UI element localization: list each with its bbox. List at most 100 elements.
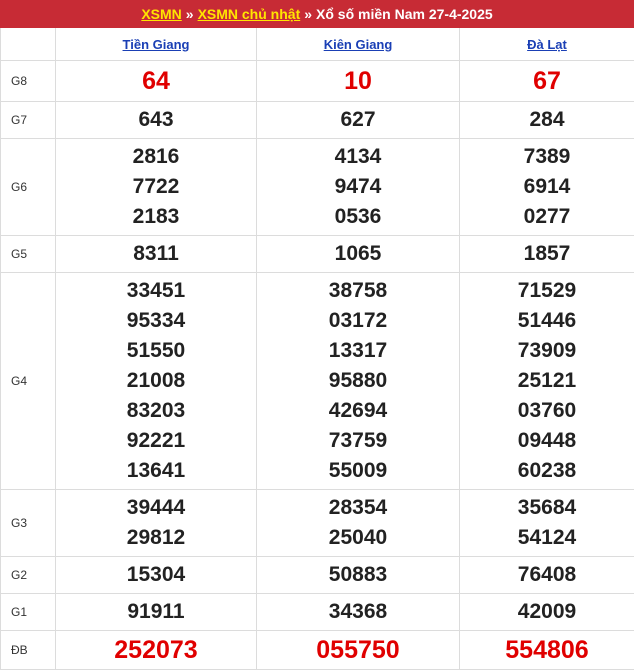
column-header-row: Tiền Giang Kiên Giang Đà Lạt <box>0 28 634 61</box>
prize-cell: 1857 <box>459 235 634 273</box>
prize-number: 09448 <box>517 429 577 452</box>
prize-number: 9474 <box>334 175 382 198</box>
prize-label: G4 <box>0 272 56 490</box>
prize-cell: 554806 <box>459 630 634 670</box>
prize-cell: 64 <box>55 60 257 102</box>
prize-row: G2 15304 50883 76408 <box>0 556 634 594</box>
breadcrumb-separator: » <box>185 6 194 22</box>
prize-number: 1065 <box>334 242 382 265</box>
prize-number: 34368 <box>328 600 388 623</box>
prize-cell: 4134 9474 0536 <box>256 138 460 236</box>
province-link[interactable]: Đà Lạt <box>527 37 567 52</box>
prize-row: G8 64 10 67 <box>0 60 634 102</box>
prize-row: G5 8311 1065 1857 <box>0 235 634 273</box>
prize-label: G8 <box>0 60 56 102</box>
prize-number: 13641 <box>126 459 186 482</box>
column-header-tien-giang[interactable]: Tiền Giang <box>55 28 257 61</box>
prize-number: 60238 <box>517 459 577 482</box>
prize-row: ĐB 252073 055750 554806 <box>0 630 634 670</box>
prize-number: 51446 <box>517 309 577 332</box>
prize-cell: 38758 03172 13317 95880 42694 73759 55009 <box>256 272 460 490</box>
prize-cell: 76408 <box>459 556 634 594</box>
prize-cell: 28354 25040 <box>256 489 460 557</box>
prize-cell: 50883 <box>256 556 460 594</box>
prize-number: 92221 <box>126 429 186 452</box>
prize-number: 21008 <box>126 369 186 392</box>
prize-row: G1 91911 34368 42009 <box>0 593 634 631</box>
prize-number: 95880 <box>328 369 388 392</box>
prize-cell: 10 <box>256 60 460 102</box>
prize-number: 2183 <box>132 205 180 228</box>
prize-label: G1 <box>0 593 56 631</box>
prize-number: 284 <box>529 108 565 131</box>
prize-cell: 42009 <box>459 593 634 631</box>
page-header: XSMN » XSMN chủ nhật » Xổ số miền Nam 27… <box>0 0 634 28</box>
prize-label: G5 <box>0 235 56 273</box>
prize-cell: 15304 <box>55 556 257 594</box>
prize-row: G4 33451 95334 51550 21008 83203 92221 13641 387… <box>0 272 634 490</box>
prize-number: 51550 <box>126 339 186 362</box>
prize-number: 055750 <box>316 636 400 664</box>
prize-number: 7722 <box>132 175 180 198</box>
prize-cell: 252073 <box>55 630 257 670</box>
prize-number: 7389 <box>523 145 571 168</box>
prize-number: 42694 <box>328 399 388 422</box>
column-header-kien-giang[interactable]: Kiên Giang <box>256 28 460 61</box>
prize-cell: 35684 54124 <box>459 489 634 557</box>
prize-number: 13317 <box>328 339 388 362</box>
corner-cell <box>0 28 56 61</box>
prize-cell: 7389 6914 0277 <box>459 138 634 236</box>
prize-number: 54124 <box>517 526 577 549</box>
prize-number: 67 <box>533 67 561 95</box>
prize-cell: 39444 29812 <box>55 489 257 557</box>
prize-number: 28354 <box>328 496 388 519</box>
prize-number: 83203 <box>126 399 186 422</box>
prize-label: G2 <box>0 556 56 594</box>
prize-number: 73909 <box>517 339 577 362</box>
column-header-da-lat[interactable]: Đà Lạt <box>459 28 634 61</box>
prize-cell: 8311 <box>55 235 257 273</box>
prize-number: 15304 <box>126 563 186 586</box>
prize-number: 50883 <box>328 563 388 586</box>
prize-number: 39444 <box>126 496 186 519</box>
prize-cell: 71529 51446 73909 25121 03760 09448 60238 <box>459 272 634 490</box>
province-link[interactable]: Tiền Giang <box>123 37 190 52</box>
breadcrumb-separator: » <box>304 6 313 22</box>
prize-label: G6 <box>0 138 56 236</box>
prize-label: G7 <box>0 101 56 139</box>
prize-number: 4134 <box>334 145 382 168</box>
prize-number: 554806 <box>505 636 589 664</box>
prize-number: 627 <box>340 108 376 131</box>
prize-number: 0277 <box>523 205 571 228</box>
prize-number: 38758 <box>328 279 388 302</box>
prize-cell: 284 <box>459 101 634 139</box>
prize-number: 42009 <box>517 600 577 623</box>
prize-number: 8311 <box>133 242 179 265</box>
prize-number: 1857 <box>523 242 571 265</box>
xsmn-sunday-link[interactable]: XSMN chủ nhật <box>198 6 301 22</box>
prize-number: 35684 <box>517 496 577 519</box>
prize-number: 73759 <box>328 429 388 452</box>
page-title: Xổ số miền Nam 27-4-2025 <box>316 6 493 22</box>
prize-cell: 627 <box>256 101 460 139</box>
prize-number: 252073 <box>114 636 198 664</box>
prize-number: 76408 <box>517 563 577 586</box>
prize-row: G3 39444 29812 28354 25040 35684 54124 <box>0 489 634 557</box>
xsmn-link[interactable]: XSMN <box>141 6 181 22</box>
prize-cell: 055750 <box>256 630 460 670</box>
prize-cell: 34368 <box>256 593 460 631</box>
prize-cell: 2816 7722 2183 <box>55 138 257 236</box>
prize-row: G6 2816 7722 2183 4134 9474 0536 7389 6914 0277 <box>0 138 634 236</box>
province-link[interactable]: Kiên Giang <box>324 37 393 52</box>
prize-label: G3 <box>0 489 56 557</box>
prize-number: 33451 <box>126 279 186 302</box>
prize-number: 6914 <box>523 175 571 198</box>
prize-number: 95334 <box>126 309 186 332</box>
prize-number: 0536 <box>334 205 382 228</box>
prize-number: 2816 <box>132 145 180 168</box>
prize-number: 643 <box>138 108 174 131</box>
prize-cell: 67 <box>459 60 634 102</box>
prize-number: 25121 <box>517 369 577 392</box>
prize-number: 03172 <box>328 309 388 332</box>
prize-number: 55009 <box>328 459 388 482</box>
